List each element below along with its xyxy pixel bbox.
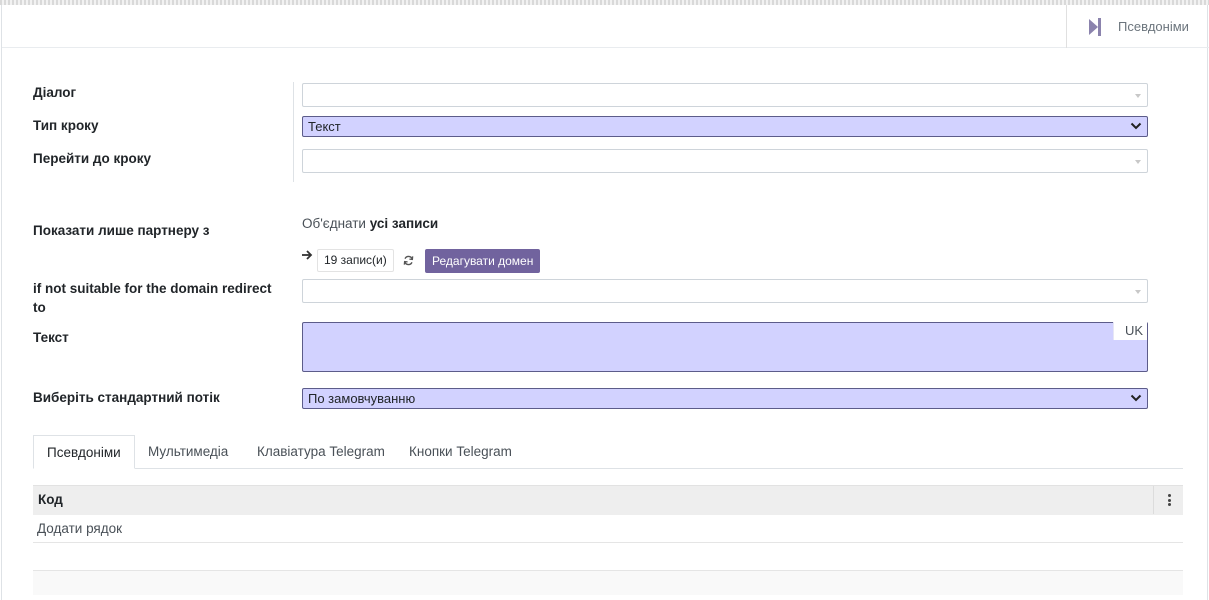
dialog-label: Діалог: [33, 85, 77, 100]
domain-match-text: Об'єднати усі записи: [302, 216, 438, 231]
tab-multimedia[interactable]: Мультимедіа: [135, 435, 241, 469]
language-button[interactable]: UK: [1113, 322, 1147, 340]
tab-telegram-buttons[interactable]: Кнопки Telegram: [396, 435, 525, 469]
redirect-input[interactable]: [302, 279, 1148, 303]
button-box: Псевдоніми: [2, 5, 1209, 48]
chevron-down-icon: [1130, 394, 1142, 402]
text-textarea[interactable]: UK: [302, 322, 1148, 372]
flow-value: По замовчуванню: [308, 391, 416, 406]
edit-domain-button[interactable]: Редагувати домен: [425, 249, 541, 273]
domain-match-scope: усі записи: [369, 216, 439, 231]
group-separator: [293, 82, 294, 182]
flow-label: Виберіть стандартний потік: [33, 390, 220, 405]
text-label: Текст: [33, 330, 69, 345]
notebook-tabs: Псевдоніми Мультимедіа Клавіатура Telegr…: [33, 435, 1183, 469]
optional-columns-toggle[interactable]: [1153, 486, 1183, 514]
table-header: Код: [33, 485, 1183, 515]
records-count-button[interactable]: 19 запис(и): [317, 249, 394, 272]
chevron-down-icon: [1130, 122, 1142, 130]
next-step-label: Перейти до кроку: [33, 151, 152, 166]
refresh-icon[interactable]: [403, 255, 414, 266]
next-step-input[interactable]: [302, 149, 1148, 173]
flow-select[interactable]: По замовчуванню: [302, 388, 1148, 409]
tab-telegram-keyboard[interactable]: Клавіатура Telegram: [244, 435, 398, 469]
domain-match-prefix: Об'єднати: [302, 216, 366, 231]
step-type-value: Текст: [308, 119, 341, 134]
tab-aliases[interactable]: Псевдоніми: [33, 435, 135, 469]
step-forward-icon: [1089, 17, 1103, 37]
aliases-stat-button[interactable]: Псевдоніми: [1066, 5, 1209, 48]
table-footer: [33, 570, 1183, 595]
vertical-dots-icon: [1168, 494, 1171, 506]
step-type-select[interactable]: Текст: [302, 116, 1148, 137]
dropdown-caret-icon: [1135, 94, 1141, 98]
dropdown-caret-icon: [1135, 160, 1141, 164]
arrow-right-icon: [302, 250, 313, 260]
dialog-input[interactable]: [302, 83, 1148, 107]
aliases-stat-label: Псевдоніми: [1118, 19, 1189, 34]
dropdown-caret-icon: [1135, 290, 1141, 294]
add-row-link[interactable]: Додати рядок: [37, 515, 122, 543]
step-type-label: Тип кроку: [33, 118, 99, 133]
domain-label: Показати лише партнеру з: [33, 223, 210, 238]
table-row: Додати рядок: [33, 515, 1183, 543]
redirect-label: if not suitable for the domain redirect …: [33, 281, 272, 315]
column-header-code[interactable]: Код: [38, 486, 63, 514]
